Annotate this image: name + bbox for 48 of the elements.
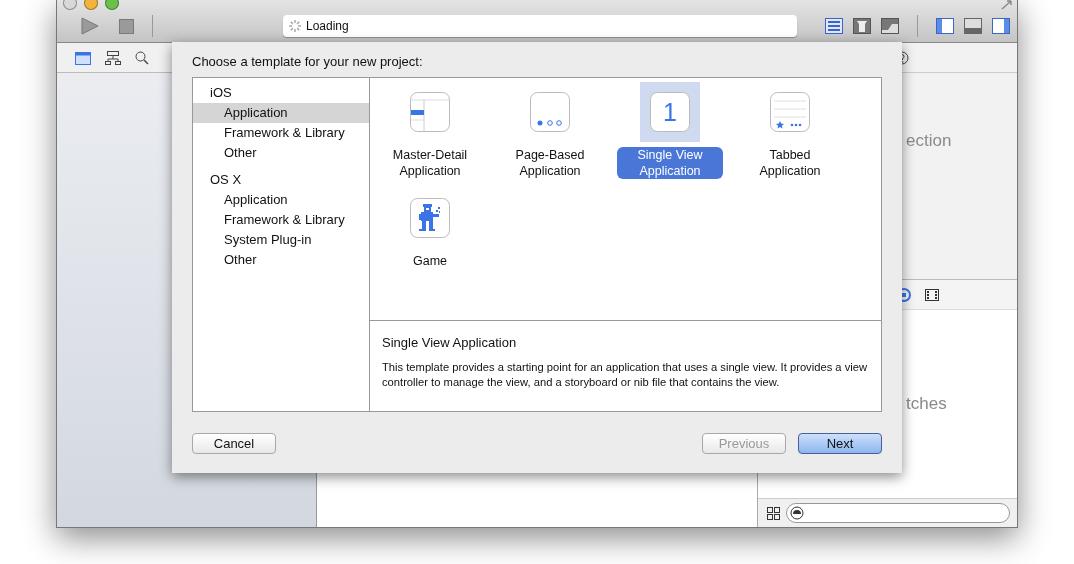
inspector-message: ection: [906, 131, 952, 151]
assistant-editor-icon[interactable]: [853, 18, 871, 34]
master-detail-icon: [410, 92, 450, 132]
spinner-icon: [288, 19, 302, 33]
category-item[interactable]: Application: [193, 103, 369, 123]
filter-field[interactable]: [786, 503, 1010, 523]
category-header: OS X: [209, 171, 243, 189]
tabbed-view-icon: [770, 92, 810, 132]
description-title: Single View Application: [382, 335, 518, 350]
template-label[interactable]: Tabbed Application: [737, 147, 843, 179]
category-item[interactable]: System Plug-in: [193, 230, 369, 250]
filter-icon: [790, 506, 804, 520]
pixel-robot-icon: [410, 198, 450, 238]
description-text: This template provides a starting point for an application that uses a single view. It provides a view controller to manage the view, and a storyboard or nib file that contains the view.: [382, 360, 869, 390]
film-icon[interactable]: [925, 288, 939, 301]
category-header: iOS: [209, 84, 233, 102]
grid-icon[interactable]: [767, 506, 780, 520]
category-item[interactable]: Framework & Library: [193, 123, 369, 143]
zoom-button[interactable]: [105, 0, 119, 10]
fullscreen-icon[interactable]: [1001, 0, 1013, 10]
right-panel-icon[interactable]: [992, 18, 1010, 34]
library-message: tches: [906, 394, 947, 414]
hierarchy-icon[interactable]: [105, 50, 121, 65]
left-panel-icon[interactable]: [936, 18, 954, 34]
activity-text: Loading: [306, 19, 349, 33]
version-editor-icon[interactable]: [881, 18, 899, 34]
page-dots-icon: [530, 92, 570, 132]
run-icon[interactable]: [81, 17, 99, 35]
cancel-button[interactable]: Cancel: [192, 433, 276, 454]
template-label[interactable]: Game: [407, 253, 452, 269]
search-icon[interactable]: [135, 50, 149, 65]
template-label[interactable]: Page-Based Application: [497, 147, 603, 179]
template-tile[interactable]: 1: [640, 82, 700, 142]
folder-icon[interactable]: [75, 50, 91, 65]
minimize-button[interactable]: [84, 0, 98, 10]
category-item[interactable]: Application: [193, 190, 369, 210]
close-button[interactable]: [63, 0, 77, 10]
stop-icon[interactable]: [119, 18, 134, 34]
category-item[interactable]: Framework & Library: [193, 210, 369, 230]
next-button[interactable]: Next: [798, 433, 882, 454]
single-view-icon: 1: [650, 92, 690, 132]
template-label[interactable]: Master-Detail Application: [377, 147, 483, 179]
bottom-panel-icon[interactable]: [964, 18, 982, 34]
sheet-title: Choose a template for your new project:: [192, 54, 424, 69]
standard-editor-icon[interactable]: [825, 18, 843, 34]
category-item[interactable]: Other: [193, 250, 369, 270]
template-label[interactable]: Single View Application: [617, 147, 723, 179]
category-item[interactable]: Other: [193, 143, 369, 163]
